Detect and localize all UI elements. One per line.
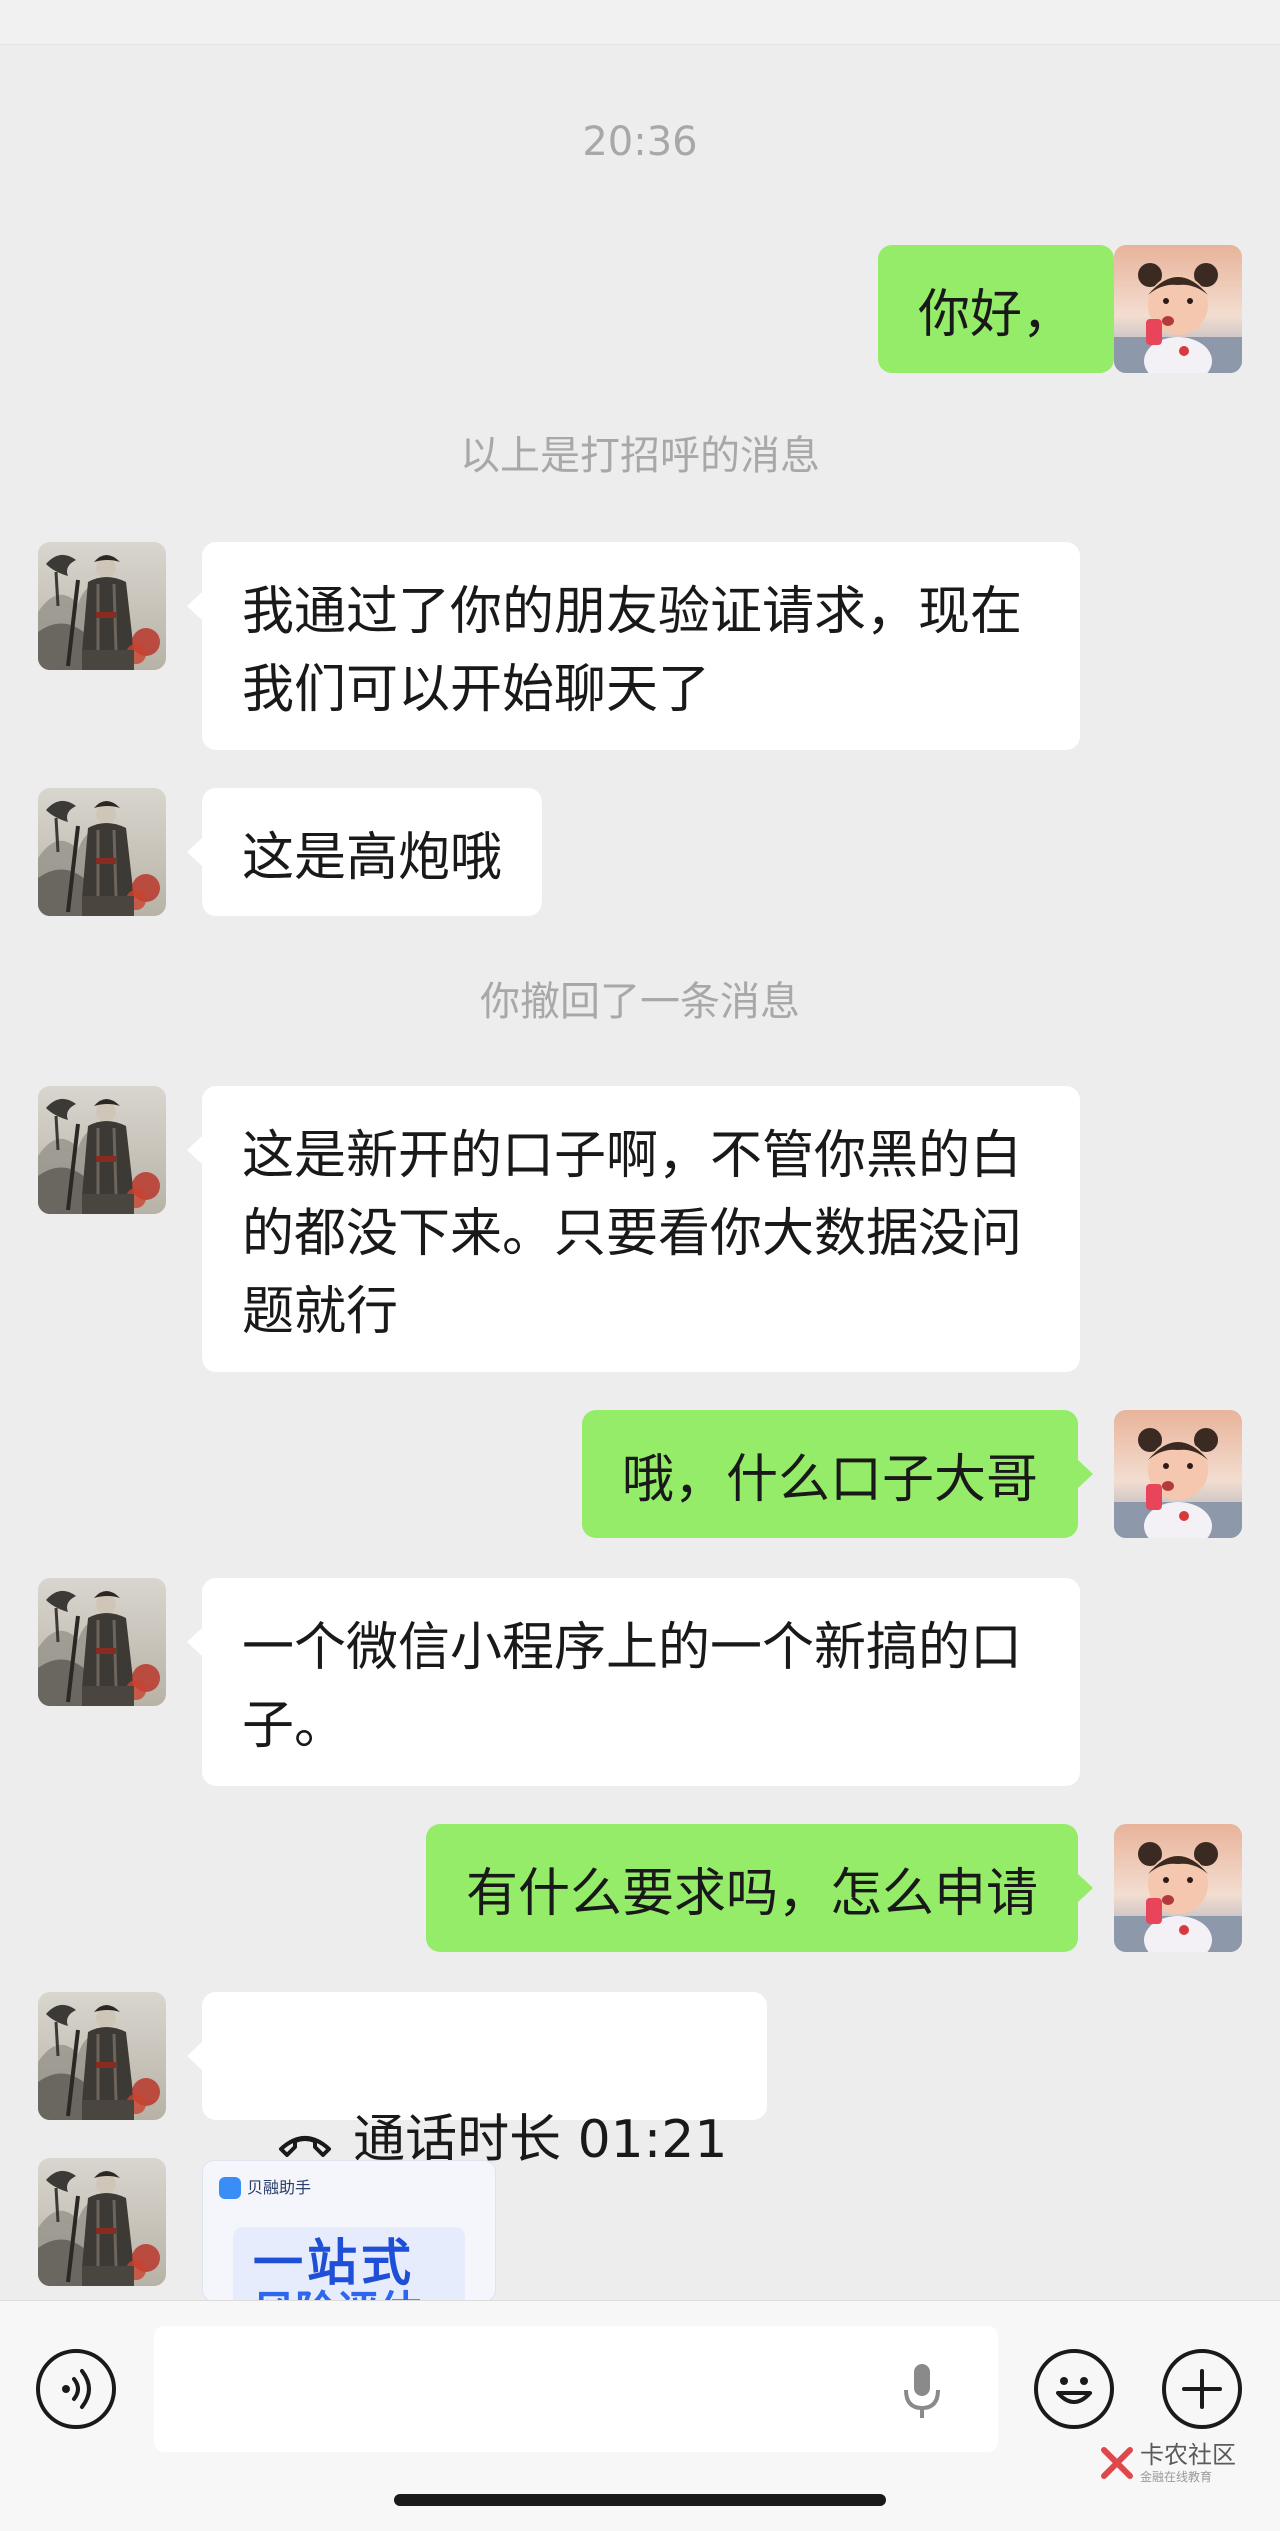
contact-avatar[interactable] <box>38 1578 166 1706</box>
status-strip <box>0 0 1280 45</box>
emoji-button[interactable] <box>1034 2349 1114 2429</box>
call-record-bubble[interactable]: 通话时长 01:21 <box>186 1992 768 2170</box>
message-bubble-outgoing[interactable]: 哦，什么口子大哥 <box>581 1410 1094 1538</box>
system-notice: 你撤回了一条消息 <box>480 979 800 1025</box>
message-bubble-incoming[interactable]: 一个微信小程序上的一个新搞的口 子。 <box>187 1578 1080 1786</box>
emoji-icon <box>1056 2377 1092 2404</box>
add-button[interactable] <box>1162 2349 1242 2429</box>
message-bubble-outgoing[interactable]: 有什么要求吗，怎么申请 <box>425 1824 1094 1952</box>
contact-avatar[interactable] <box>38 1992 166 2120</box>
contact-avatar[interactable] <box>38 542 166 670</box>
system-notice: 以上是打招呼的消息 <box>460 433 820 479</box>
contact-avatar[interactable] <box>38 1086 166 1214</box>
message-bubble-incoming[interactable]: 这是高炮哦 <box>186 788 543 916</box>
card-brand: 贝融助手 <box>247 2178 312 2197</box>
message-input[interactable] <box>154 2326 998 2452</box>
home-indicator[interactable] <box>394 2494 886 2506</box>
microphone-icon[interactable] <box>902 2362 942 2422</box>
message-bubble-outgoing[interactable]: 你好， <box>878 245 1130 373</box>
mini-program-card[interactable]: 贝融助手 一站式 风险评估 <box>202 2160 496 2302</box>
message-bubble-incoming[interactable]: 这是新开的口子啊，不管你黑的白 的都没下来。只要看你大数据没问 题就行 <box>187 1086 1080 1372</box>
contact-avatar[interactable] <box>38 788 166 916</box>
phone-hangup-icon <box>279 2136 332 2157</box>
add-icon <box>1182 2369 1222 2409</box>
voice-icon <box>62 2369 91 2409</box>
self-avatar[interactable] <box>1114 1824 1242 1952</box>
app-logo-icon <box>219 2177 241 2199</box>
card-title: 一站式 <box>253 2234 415 2292</box>
watermark-title: 卡农社区 <box>1140 2441 1236 2469</box>
self-avatar[interactable] <box>1114 245 1242 373</box>
chat-timestamp: 20:36 <box>582 119 698 165</box>
contact-avatar[interactable] <box>38 2158 166 2286</box>
self-avatar[interactable] <box>1114 1410 1242 1538</box>
community-watermark: 卡农社区 金融在线教育 <box>1100 2440 1280 2490</box>
message-bubble-incoming[interactable]: 我通过了你的朋友验证请求，现在 我们可以开始聊天了 <box>187 542 1080 750</box>
watermark-logo-icon <box>1101 2447 1133 2479</box>
voice-button[interactable] <box>36 2349 116 2429</box>
watermark-subtitle: 金融在线教育 <box>1140 2470 1213 2484</box>
